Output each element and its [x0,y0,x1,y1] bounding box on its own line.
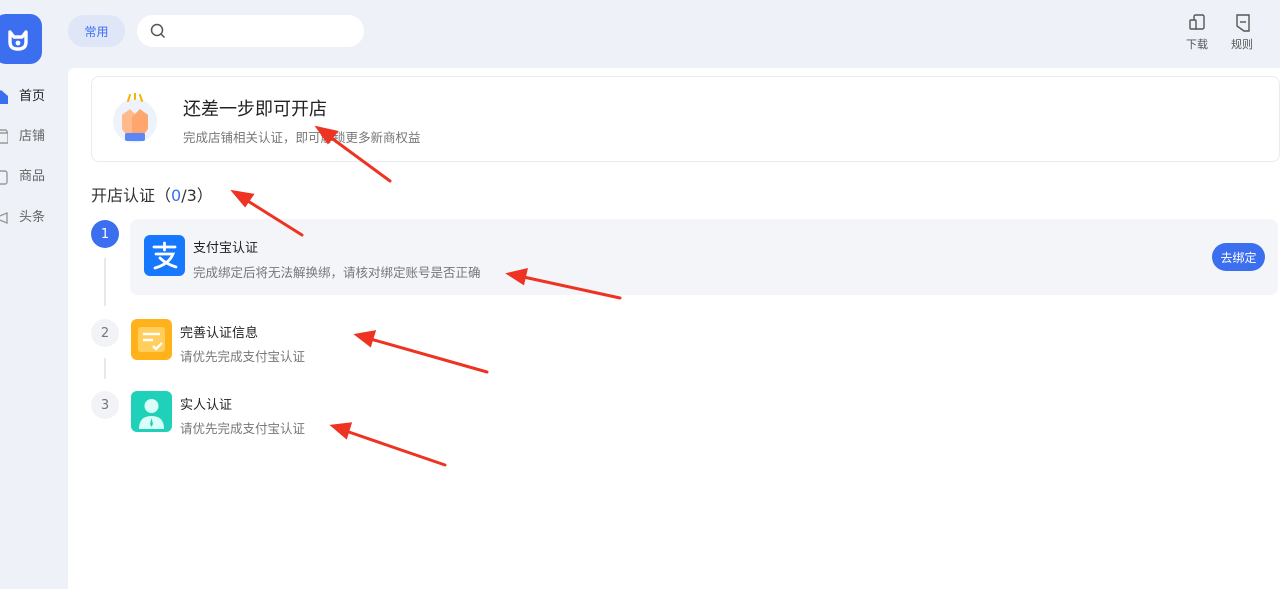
rules-button[interactable]: 规则 [1222,12,1262,52]
download-icon [1189,14,1205,30]
sidebar-item-home[interactable]: 首页 [0,86,68,108]
sidebar-item-product[interactable]: 商品 [0,166,68,188]
sidebar-item-headline[interactable]: 头条 [0,207,68,229]
open-shop-banner: 还差一步即可开店 完成店铺相关认证，即可解锁更多新商权益 [91,76,1280,162]
banner-title: 还差一步即可开店 [183,99,327,120]
sidebar-item-label: 头条 [19,210,46,225]
banner-subtitle: 完成店铺相关认证，即可解锁更多新商权益 [183,130,421,145]
step-alipay-card: 支付宝认证 完成绑定后将无法解换绑，请核对绑定账号是否正确 去绑定 [130,219,1278,295]
search-input[interactable] [173,21,357,43]
sidebar-item-label: 店铺 [19,129,46,144]
sidebar-item-store[interactable]: 店铺 [0,126,68,148]
step-subtitle: 请优先完成支付宝认证 [180,421,306,436]
section-total: /3） [181,186,213,205]
high-five-illustration [113,93,157,143]
sidebar-item-label: 商品 [19,169,46,184]
product-icon [0,170,8,185]
step-connector [104,358,106,379]
step-subtitle: 完成绑定后将无法解换绑，请核对绑定账号是否正确 [193,265,481,280]
home-icon [0,90,8,104]
person-verify-icon [131,391,172,432]
sidebar: 首页 店铺 商品 头条 [0,0,68,589]
step-connector [104,258,106,306]
download-label: 下载 [1186,38,1208,51]
step-title: 支付宝认证 [193,241,259,256]
section-title-prefix: 开店认证（ [91,186,172,205]
main-panel: 还差一步即可开店 完成店铺相关认证，即可解锁更多新商权益 开店认证（0/3） 1… [68,68,1280,589]
store-icon [0,129,8,144]
step-number: 1 [91,220,119,248]
step-title: 完善认证信息 [180,326,259,341]
search-icon [150,23,166,39]
rules-icon [1236,14,1250,32]
completed-count: 0 [171,186,182,205]
step-number: 2 [91,319,119,347]
top-bar: 常用 下载 规则 [68,0,1280,68]
frequent-chip[interactable]: 常用 [68,15,125,47]
download-button[interactable]: 下载 [1177,12,1217,52]
rules-label: 规则 [1231,38,1253,51]
step-title: 实人认证 [180,398,233,413]
alipay-icon [144,235,185,276]
logo-icon [8,30,28,51]
search-box[interactable] [137,15,364,47]
section-title: 开店认证（0/3） [91,182,213,206]
step-number: 3 [91,391,119,419]
app-logo[interactable] [0,14,42,64]
info-form-icon [131,319,172,360]
bind-button[interactable]: 去绑定 [1212,243,1265,271]
headline-icon [0,211,8,225]
step-subtitle: 请优先完成支付宝认证 [180,349,306,364]
sidebar-item-label: 首页 [19,89,46,104]
